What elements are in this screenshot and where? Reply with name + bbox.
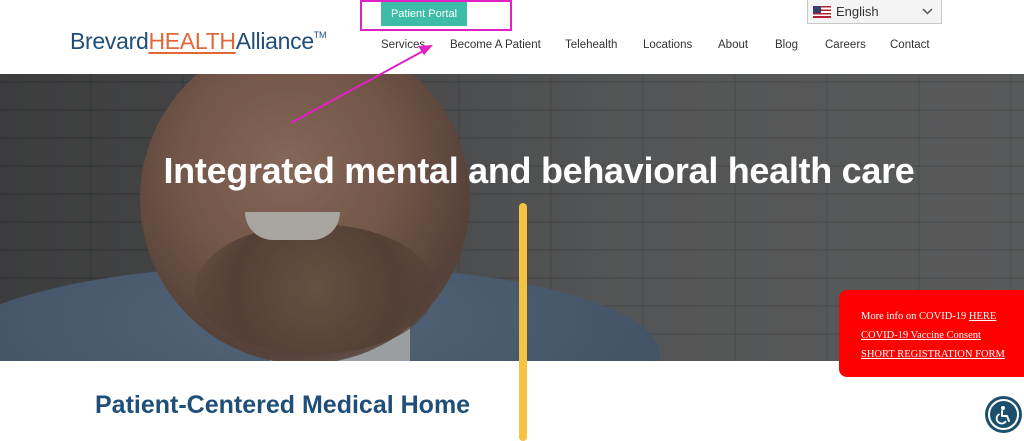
nav-careers[interactable]: Careers [825, 39, 866, 51]
nav-blog[interactable]: Blog [775, 39, 798, 51]
accessibility-button[interactable] [985, 396, 1022, 433]
nav-locations[interactable]: Locations [643, 39, 692, 51]
patient-portal-button[interactable]: Patient Portal [381, 2, 467, 26]
annotation-vertical-line [519, 203, 527, 441]
covid-here-link[interactable]: HERE [969, 311, 996, 322]
main-nav: Services Become A Patient Telehealth Loc… [0, 39, 1024, 55]
covid-notice-panel: More info on COVID-19 HERE COVID-19 Vacc… [839, 290, 1024, 377]
hero-headline: Integrated mental and behavioral health … [163, 150, 915, 191]
covid-info-line: More info on COVID-19 HERE [861, 307, 1024, 326]
nav-services[interactable]: Services [381, 39, 425, 51]
language-select[interactable]: English [807, 0, 942, 24]
nav-become-a-patient[interactable]: Become A Patient [450, 39, 541, 51]
nav-contact[interactable]: Contact [890, 39, 930, 51]
nav-telehealth[interactable]: Telehealth [565, 39, 617, 51]
section-title: Patient-Centered Medical Home [95, 391, 471, 419]
language-selected-label: English [836, 4, 879, 19]
us-flag-icon [813, 5, 831, 18]
nav-about[interactable]: About [718, 39, 748, 51]
chevron-down-icon [922, 3, 933, 22]
covid-info-text: More info on COVID-19 [861, 311, 969, 322]
short-registration-link[interactable]: SHORT REGISTRATION FORM [861, 349, 1005, 360]
vaccine-consent-link[interactable]: COVID-19 Vaccine Consent [861, 330, 981, 341]
site-header: BrevardHEALTHAllianceTM Patient Portal E… [0, 0, 1024, 74]
accessibility-icon [988, 399, 1019, 430]
